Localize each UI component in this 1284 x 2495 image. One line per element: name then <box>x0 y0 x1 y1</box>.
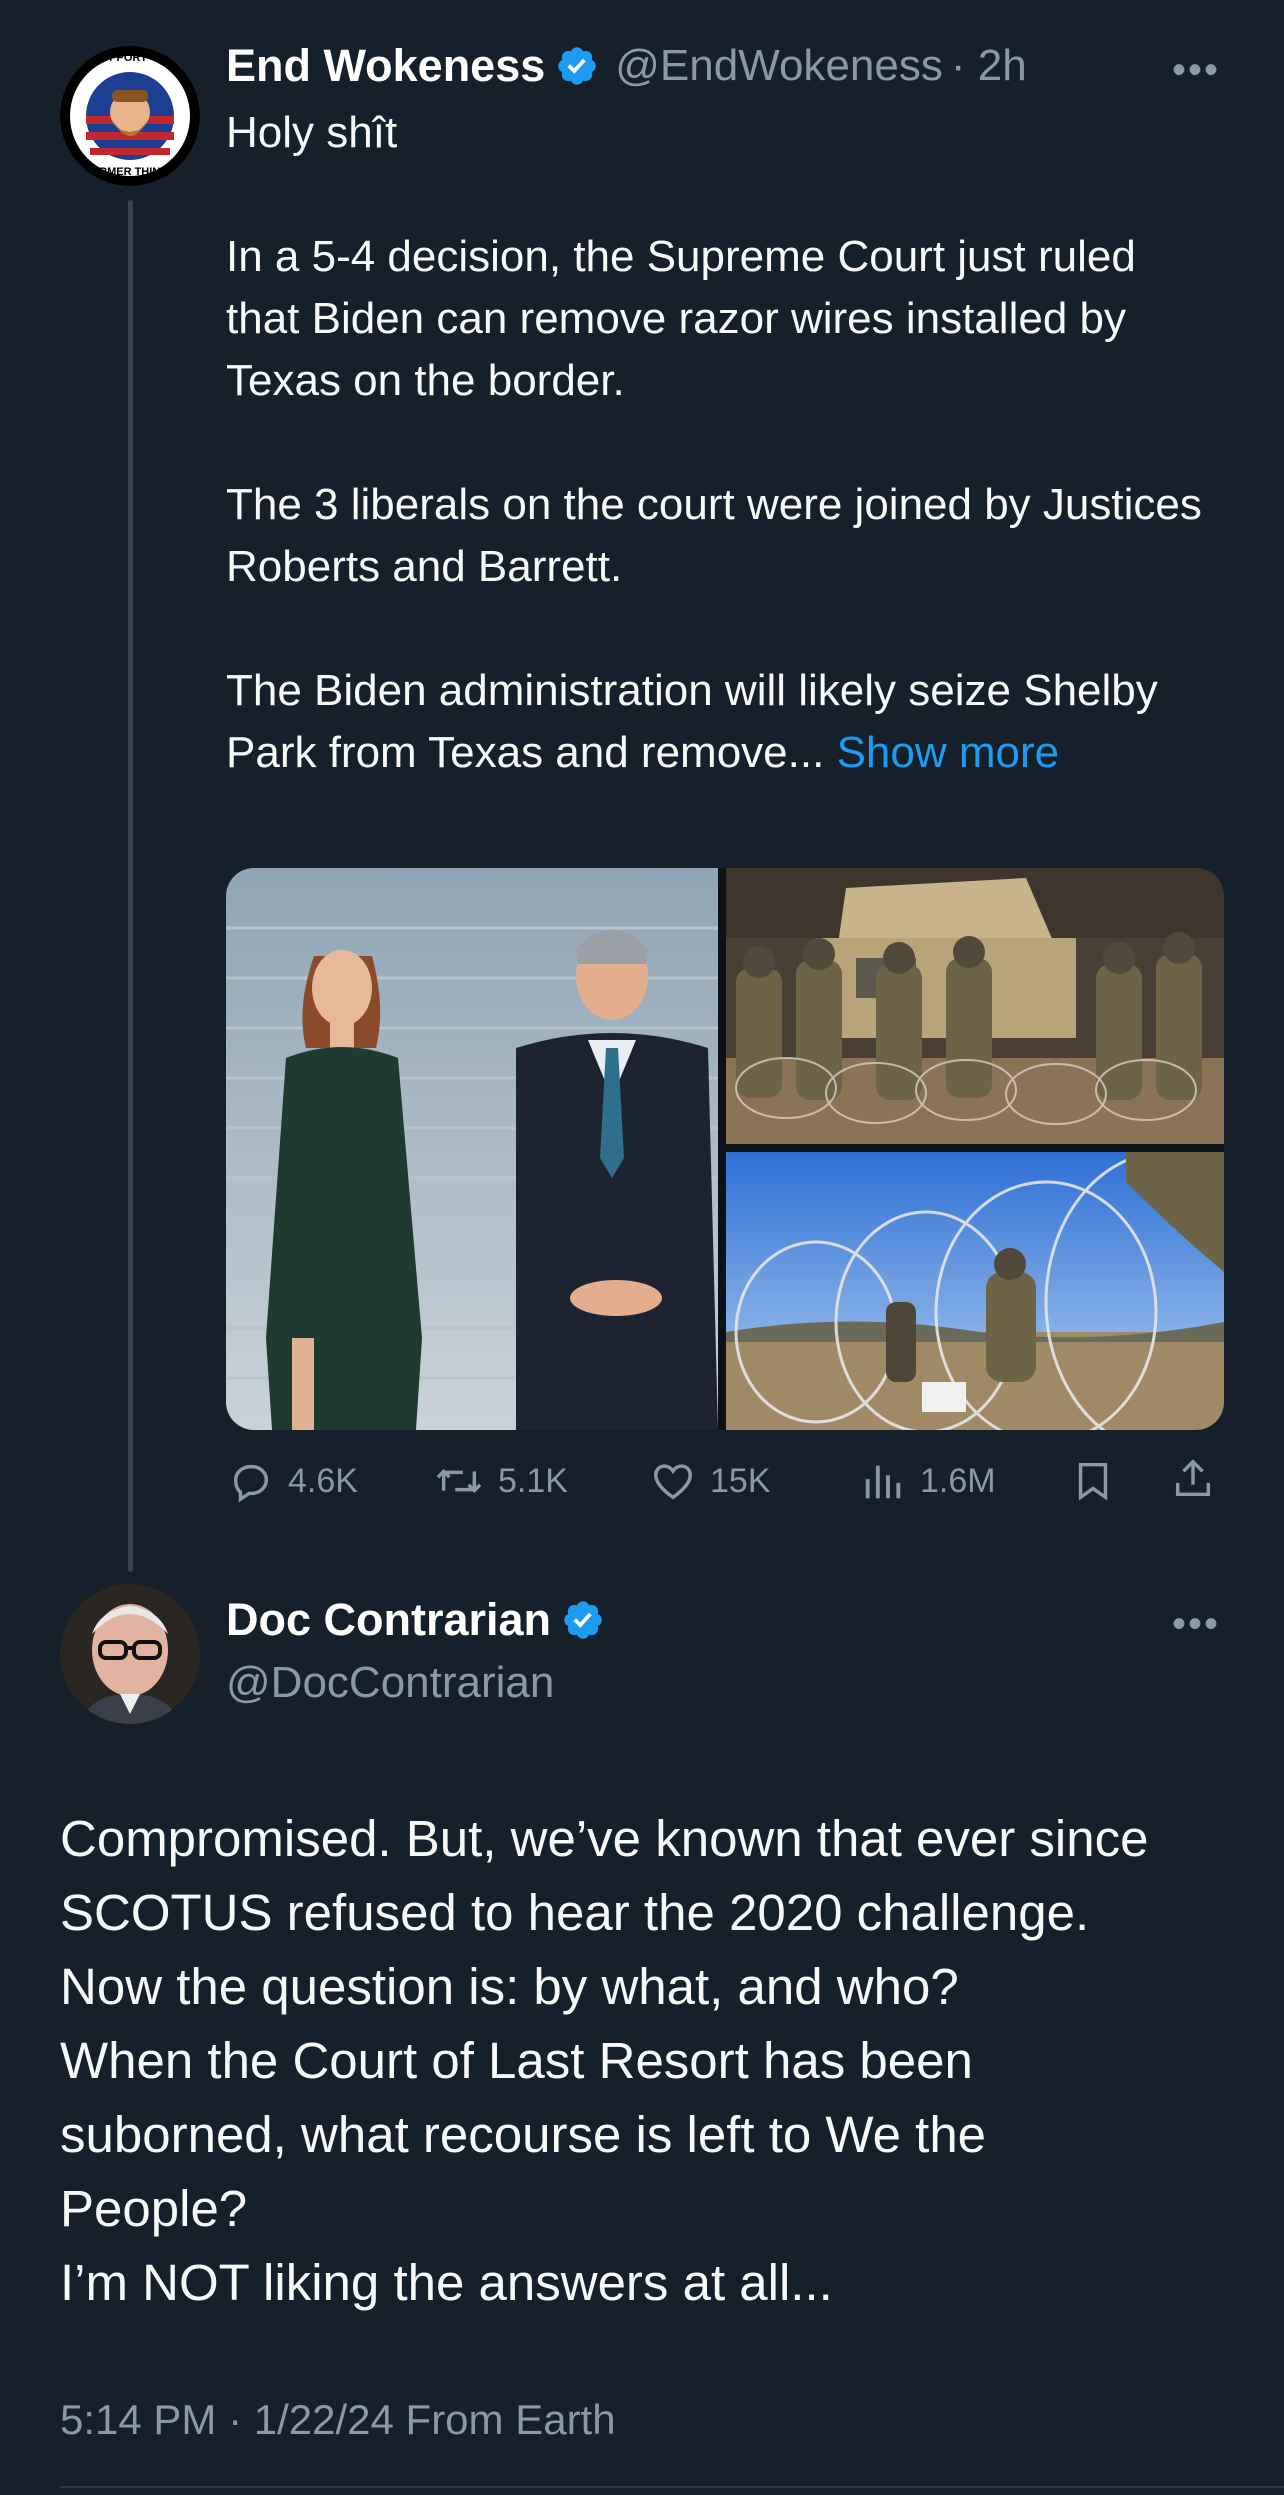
like-count: 15K <box>710 1461 771 1500</box>
reply-line: I’m NOT liking the answers at all... <box>60 2254 833 2311</box>
retweet-icon <box>436 1468 482 1494</box>
bookmark-icon[interactable] <box>1070 1458 1116 1509</box>
tweet-paragraph: The 3 liberals on the court were joined … <box>226 480 1202 591</box>
retweet-button[interactable]: 5.1K <box>434 1458 568 1504</box>
more-options-icon[interactable]: ••• <box>1172 48 1220 93</box>
heart-icon <box>654 1464 692 1500</box>
reply-line: suborned, what recourse is left to We th… <box>60 2106 987 2163</box>
reply-line: When the Court of Last Resort has been <box>60 2032 973 2089</box>
tweet-paragraph: In a 5-4 decision, the Supreme Court jus… <box>226 232 1136 405</box>
reply-timestamp[interactable]: 5:14 PM · 1/22/24 From Earth <box>60 2396 616 2444</box>
photo-razor-wire[interactable] <box>726 1152 1224 1430</box>
reply-line: People? <box>60 2180 248 2237</box>
author-handle[interactable]: @EndWokeness <box>615 41 943 91</box>
views-count: 1.6M <box>920 1461 996 1500</box>
avatar-badge-text-bottom: FORMER THINGS <box>83 166 177 178</box>
author-name[interactable]: Doc Contrarian <box>226 1594 551 1646</box>
tweet-header: End Wokeness @EndWokeness · 2h <box>226 40 1027 92</box>
tweet-paragraph: The Biden administration will likely sei… <box>226 660 1216 784</box>
reply-button[interactable]: 4.6K <box>228 1458 358 1504</box>
verified-badge-icon <box>555 44 599 88</box>
photo-justices[interactable] <box>226 868 718 1430</box>
tweet-body: Holy shît In a 5-4 decision, the Supreme… <box>226 102 1216 784</box>
show-more-link[interactable]: Show more <box>837 728 1060 777</box>
avatar-badge-text-top: I SUPPORT THE <box>87 52 173 64</box>
reply-line: Now the question is: by what, and who? <box>60 1958 959 2015</box>
reply-icon <box>233 1464 269 1503</box>
thread-line <box>128 200 133 1572</box>
like-button[interactable]: 15K <box>650 1458 771 1504</box>
retweet-count: 5.1K <box>498 1461 568 1500</box>
divider <box>60 2486 1284 2488</box>
tweet-paragraph: Holy shît <box>226 108 398 157</box>
reply-line: SCOTUS refused to hear the 2020 challeng… <box>60 1884 1090 1941</box>
views-button[interactable]: 1.6M <box>860 1458 996 1504</box>
views-bar-icon <box>865 1465 901 1499</box>
tweet-time[interactable]: · 2h <box>951 41 1027 91</box>
more-options-icon[interactable]: ••• <box>1172 1602 1220 1647</box>
reply-line: Compromised. But, we’ve known that ever … <box>60 1810 1149 1867</box>
share-icon[interactable] <box>1170 1456 1216 1507</box>
media-grid[interactable] <box>226 868 1224 1430</box>
verified-badge-icon <box>561 1598 605 1642</box>
reply-header: Doc Contrarian <box>226 1594 605 1646</box>
avatar[interactable]: I SUPPORT THE FORMER THINGS <box>60 46 200 186</box>
reply-count: 4.6K <box>288 1461 358 1500</box>
photo-soldiers[interactable] <box>726 868 1224 1144</box>
avatar[interactable] <box>60 1584 200 1724</box>
author-handle[interactable]: @DocContrarian <box>226 1658 554 1708</box>
reply-body: Compromised. But, we’ve known that ever … <box>60 1802 1250 2320</box>
author-name[interactable]: End Wokeness <box>226 40 545 92</box>
